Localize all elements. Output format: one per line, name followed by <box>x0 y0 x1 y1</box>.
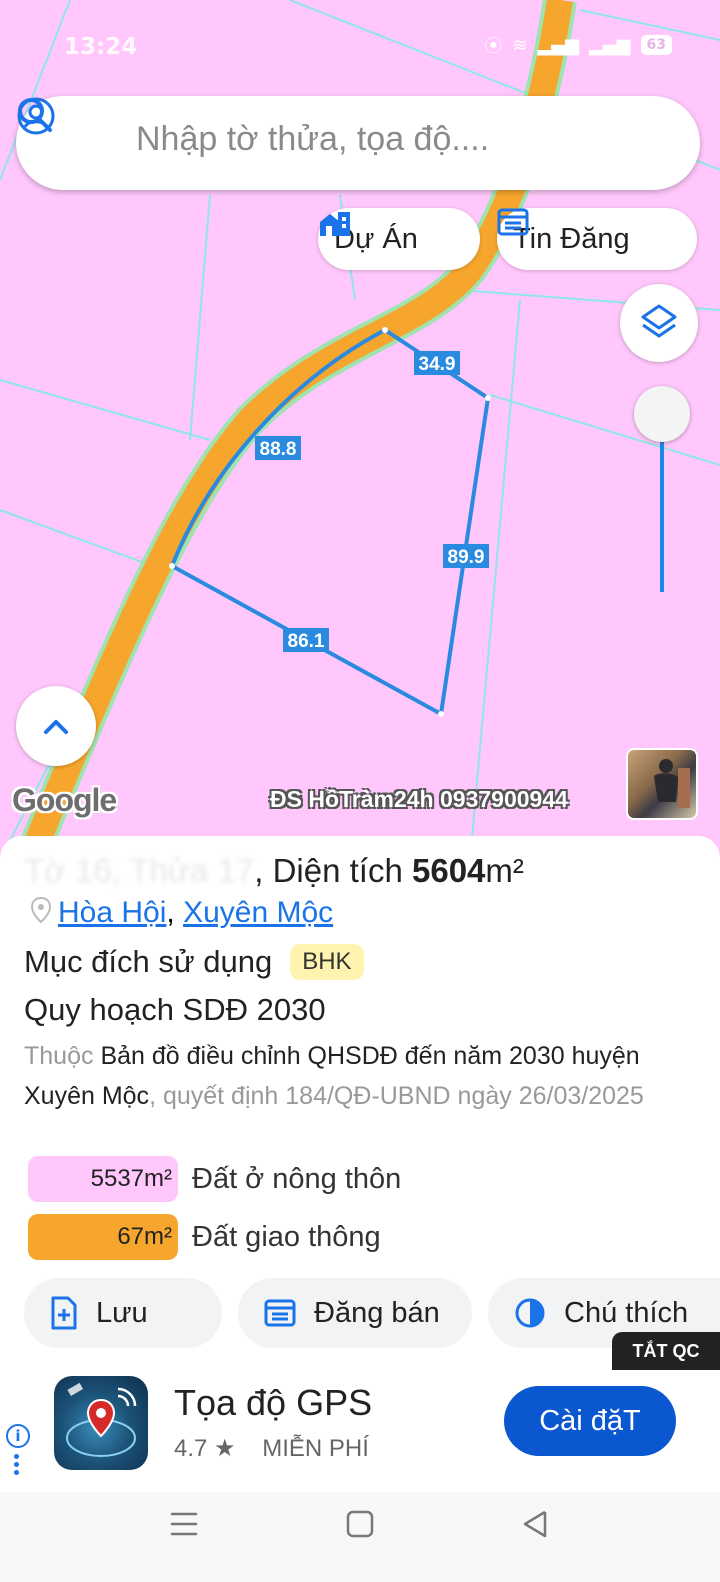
app-price: MIỄN PHÍ <box>262 1435 369 1462</box>
location-row: Hòa Hội, Xuyên Mộc <box>30 896 333 930</box>
ad-banner[interactable]: i Tọa độ GPS 4.7 ★ MIỄN PHÍ Cài đặT <box>0 1370 720 1488</box>
search-input[interactable]: Nhập tờ thửa, tọa độ.... <box>136 120 489 159</box>
app-icon[interactable] <box>54 1376 148 1470</box>
install-button[interactable]: Cài đặT <box>504 1386 676 1456</box>
location-separator: , <box>166 896 175 929</box>
gps-pin-icon <box>66 1382 137 1457</box>
purpose-label: Mục đích sử dụng <box>24 944 273 979</box>
chevron-up-icon <box>44 720 68 734</box>
back-icon <box>523 1510 547 1538</box>
land-use-area: 67m² <box>28 1214 178 1260</box>
layers-icon <box>641 304 677 338</box>
area-unit: m² <box>485 852 524 889</box>
edge-label: 88.8 <box>260 439 297 460</box>
area-value: 5604 <box>411 852 486 889</box>
location-icon: ⦿ <box>484 36 503 57</box>
parcel-vertices <box>169 327 491 717</box>
nav-buttons <box>170 1510 547 1538</box>
map-view[interactable]: 34.9 88.8 89.9 86.1 13:24 ⦿ ≋ ▂▄▆ ▂▄▆ 63… <box>0 0 720 860</box>
land-use-row: 67m² Đất giao thông <box>28 1214 381 1260</box>
land-use-label: Đất giao thông <box>192 1220 381 1253</box>
battery-icon: 63 <box>640 35 672 55</box>
status-bar: 13:24 ⦿ ≋ ▂▄▆ ▂▄▆ 63 <box>0 28 720 68</box>
tin-dang-label: Tin Đăng <box>513 222 630 255</box>
home-icon <box>346 1510 374 1538</box>
app-rating: 4.7 ★ <box>174 1435 236 1462</box>
listing-icon <box>497 208 529 236</box>
land-use-area: 5537m² <box>28 1156 178 1202</box>
search-icon[interactable] <box>16 96 54 134</box>
expand-up-button[interactable] <box>16 686 96 766</box>
contrast-icon <box>515 1298 545 1328</box>
edge-label: 34.9 <box>419 354 456 375</box>
district-link[interactable]: Xuyên Mộc <box>183 896 333 929</box>
du-an-chip[interactable]: Dự Án <box>318 208 480 270</box>
land-use-row: 5537m² Đất ở nông thôn <box>28 1156 401 1202</box>
save-label: Lưu <box>96 1296 148 1329</box>
plan-title: Quy hoạch SDĐ 2030 <box>24 992 326 1027</box>
location-pin-icon <box>30 896 52 924</box>
person-icon <box>654 759 690 808</box>
info-icon[interactable]: i <box>6 1424 30 1448</box>
commune-link[interactable]: Hòa Hội <box>58 896 166 929</box>
close-ad-button[interactable]: TẮT QC <box>612 1332 720 1370</box>
parcel-info-sheet: Tờ 16, Thửa 17, Diện tích 5604m² Hòa Hội… <box>0 836 720 1582</box>
edge-label: 86.1 <box>288 631 325 652</box>
google-logo: Google <box>12 782 117 818</box>
purpose-code-badge: BHK <box>290 944 364 980</box>
status-icons: ⦿ ≋ ▂▄▆ ▂▄▆ 63 <box>484 32 672 58</box>
more-options-icon[interactable] <box>14 1454 20 1478</box>
parcel-outline <box>169 327 491 718</box>
purpose-row: Mục đích sử dụng BHK <box>24 944 364 980</box>
app-name: Tọa độ GPS <box>174 1382 373 1423</box>
plan-description: Thuộc Bản đồ điều chỉnh QHSDĐ đến năm 20… <box>24 1036 684 1116</box>
search-bar[interactable]: Nhập tờ thửa, tọa độ.... <box>16 96 700 190</box>
menu-icon <box>170 1512 198 1536</box>
post-for-sale-button[interactable]: Đăng bán <box>238 1278 472 1348</box>
layers-button[interactable] <box>620 284 698 362</box>
watermark-text: ĐS HồTràm24h 0937900944 <box>270 786 568 812</box>
post-label: Đăng bán <box>314 1296 440 1329</box>
area-prefix: , Diện tích <box>254 852 412 889</box>
street-view-thumbnail[interactable] <box>626 748 698 820</box>
opacity-slider-handle[interactable] <box>634 386 690 442</box>
signal-icon: ▂▄▆ <box>588 34 631 56</box>
tin-dang-chip[interactable]: Tin Đăng <box>497 208 697 270</box>
app-meta: 4.7 ★ MIỄN PHÍ <box>174 1434 369 1463</box>
signal-icon: ▂▄▆ <box>537 34 579 56</box>
buildings-icon <box>320 212 350 236</box>
system-nav-bar <box>0 1492 720 1582</box>
land-use-label: Đất ở nông thôn <box>192 1162 402 1195</box>
wifi-icon: ≋ <box>512 34 528 56</box>
legend-label: Chú thích <box>564 1296 689 1329</box>
listing-icon <box>264 1299 296 1327</box>
save-button[interactable]: Lưu <box>24 1278 222 1348</box>
edge-label: 89.9 <box>448 547 485 568</box>
parcel-number-hidden: Tờ 16, Thửa 17 <box>24 852 255 889</box>
parcel-title: Tờ 16, Thửa 17, Diện tích 5604m² <box>24 852 524 890</box>
plan-decision: , quyết định 184/QĐ-UBND ngày 26/03/2025 <box>149 1082 644 1110</box>
plan-desc-prefix: Thuộc <box>24 1042 101 1070</box>
status-time: 13:24 <box>64 34 138 60</box>
add-file-icon <box>51 1296 77 1330</box>
